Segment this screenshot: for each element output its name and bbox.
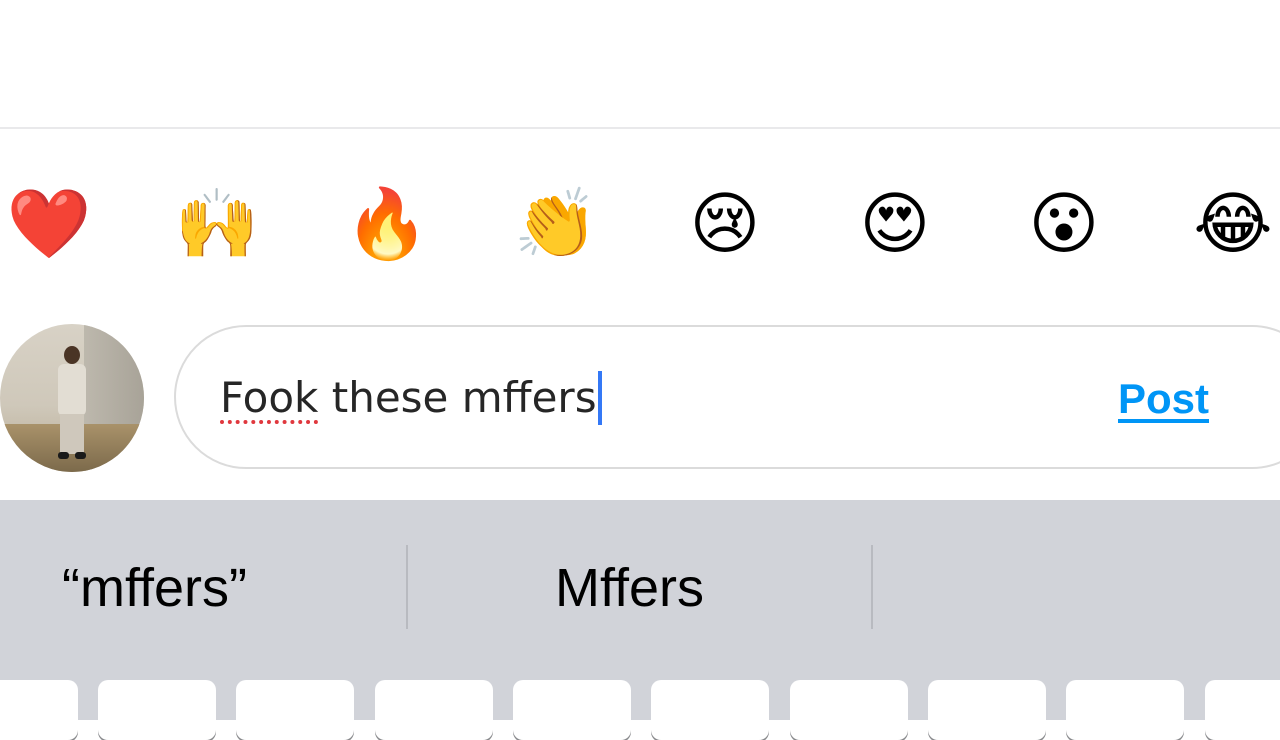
keyboard: “mffers” Mffers xyxy=(0,500,1280,740)
keyboard-key[interactable] xyxy=(236,680,354,740)
keyboard-key[interactable] xyxy=(1205,680,1280,740)
divider xyxy=(0,127,1280,129)
comment-input[interactable]: Fook these mffers xyxy=(220,370,602,425)
keyboard-key[interactable] xyxy=(928,680,1046,740)
raising-hands-emoji-button[interactable]: 🙌 xyxy=(162,170,272,280)
keyboard-key[interactable] xyxy=(0,680,78,740)
keyboard-key[interactable] xyxy=(513,680,631,740)
suggestion-literal[interactable]: “mffers” xyxy=(62,558,247,618)
top-blank-area xyxy=(0,0,1280,128)
keyboard-key[interactable] xyxy=(375,680,493,740)
text-caret xyxy=(597,370,602,425)
keyboard-key[interactable] xyxy=(790,680,908,740)
keyboard-key[interactable] xyxy=(651,680,769,740)
misspelled-word: Fook xyxy=(220,373,319,422)
clapping-hands-emoji-button[interactable]: 👏 xyxy=(501,170,611,280)
crying-face-emoji-button[interactable]: 😢 xyxy=(670,170,780,280)
heart-emoji-button[interactable]: ❤️ xyxy=(0,170,104,280)
suggestion-separator xyxy=(406,545,408,629)
suggestion-separator xyxy=(871,545,873,629)
fire-emoji-button[interactable]: 🔥 xyxy=(332,170,442,280)
post-button[interactable]: Post xyxy=(1118,372,1209,426)
heart-eyes-emoji-button[interactable]: 😍 xyxy=(840,170,950,280)
surprised-face-emoji-button[interactable]: 😮 xyxy=(1009,170,1119,280)
keyboard-key[interactable] xyxy=(1066,680,1184,740)
tears-of-joy-emoji-button[interactable]: 😂 xyxy=(1178,170,1280,280)
keyboard-key[interactable] xyxy=(98,680,216,740)
avatar-person xyxy=(54,346,90,464)
comment-text-rest: these mffers xyxy=(318,373,597,422)
reaction-emoji-row: ❤️ 🙌 🔥 👏 😢 😍 😮 😂 xyxy=(0,150,1280,300)
suggestion-capitalized[interactable]: Mffers xyxy=(555,558,704,618)
avatar[interactable] xyxy=(0,324,144,472)
